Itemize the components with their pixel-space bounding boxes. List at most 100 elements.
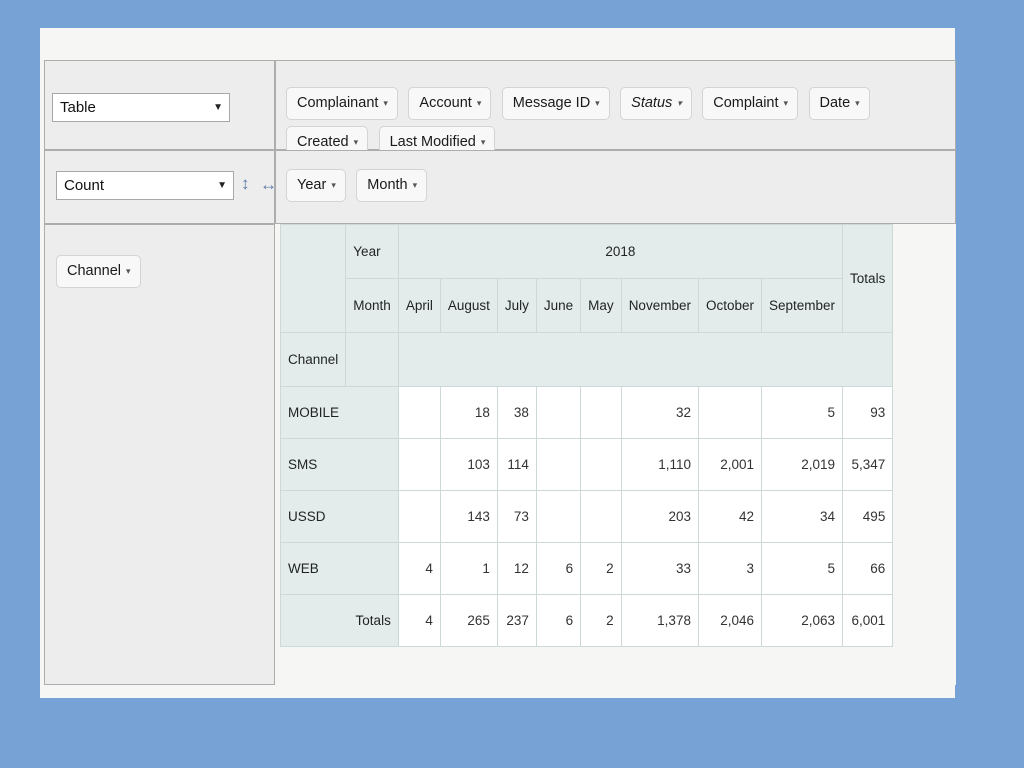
month-header-august[interactable]: August <box>439 278 498 333</box>
row-fields-dropzone[interactable]: Channel ▾ <box>44 224 275 685</box>
cell-ussd-may <box>580 490 622 543</box>
cell-web-august: 1 <box>439 542 498 595</box>
cell-totals-july: 237 <box>496 594 537 647</box>
cell-ussd-june <box>535 490 582 543</box>
cell-totals-november: 1,378 <box>620 594 699 647</box>
year-axis-label[interactable]: Year <box>345 224 399 279</box>
attribute-date[interactable]: Date ▾ <box>808 87 870 120</box>
cell-sms-october: 2,001 <box>697 438 763 491</box>
chevron-down-icon: ▼ <box>217 179 227 191</box>
attribute-status-label: Status <box>631 95 673 111</box>
chevron-down-icon: ▾ <box>412 180 418 190</box>
month-header-june[interactable]: June <box>535 278 582 333</box>
unused-attributes-dropzone[interactable]: Complainant ▾ Account ▾ Message ID ▾ Status… <box>275 60 956 159</box>
row-label-mobile[interactable]: MOBILE <box>280 386 399 439</box>
row-label-totals: Totals <box>280 594 399 647</box>
cell-totals-august: 265 <box>439 594 498 647</box>
month-header-july[interactable]: July <box>496 278 537 333</box>
cell-ussd-august: 143 <box>439 490 498 543</box>
cell-ussd-april <box>397 490 441 543</box>
totals-row: Totals 4 265 237 6 2 1,378 2,046 2,063 6… <box>280 594 894 647</box>
chevron-down-icon: ▾ <box>595 98 600 108</box>
table-row: USSD 143 73 203 42 34 495 <box>280 490 894 543</box>
attribute-status[interactable]: Status ▾ <box>620 87 692 120</box>
chevron-down-icon: ▼ <box>213 101 223 113</box>
chevron-down-icon: ▾ <box>783 98 789 108</box>
chevron-down-icon: ▾ <box>126 266 131 276</box>
cell-sms-total: 5,347 <box>842 438 894 491</box>
corner-blank-cell <box>279 224 347 333</box>
cell-mobile-july: 38 <box>496 386 537 439</box>
year-value-2018[interactable]: 2018 <box>397 224 844 279</box>
cell-mobile-april <box>397 386 441 439</box>
pivot-table-wrapper: Year 2018 Totals Month April August July… <box>279 224 894 647</box>
vertical-resize-arrow-icon[interactable]: ↕ <box>241 175 250 192</box>
chevron-down-icon: ▾ <box>476 98 482 108</box>
channel-axis-label[interactable]: Channel <box>279 332 347 387</box>
table-row: WEB 4 1 12 6 2 33 3 5 66 <box>280 542 894 595</box>
cell-web-total: 66 <box>842 542 894 595</box>
table-row: SMS 103 114 1,110 2,001 2,019 5,347 <box>280 438 894 491</box>
corner-blank-cell-2 <box>345 332 399 387</box>
cell-totals-june: 6 <box>535 594 582 647</box>
aggregator-select-value: Count <box>64 177 105 194</box>
row-label-ussd[interactable]: USSD <box>280 490 399 543</box>
month-header-april[interactable]: April <box>397 278 441 333</box>
row-label-sms[interactable]: SMS <box>280 438 399 491</box>
pivot-year-header-row: Year 2018 Totals <box>279 224 894 333</box>
row-label-web[interactable]: WEB <box>280 542 399 595</box>
renderer-select[interactable]: Table ▼ <box>52 93 230 122</box>
row-fields-list: Channel ▾ <box>56 255 266 294</box>
cell-grand-total: 6,001 <box>842 594 894 647</box>
column-field-year[interactable]: Year ▾ <box>286 169 346 202</box>
cell-totals-october: 2,046 <box>697 594 763 647</box>
cell-web-april: 4 <box>397 542 441 595</box>
month-header-november[interactable]: November <box>620 278 699 333</box>
cell-web-july: 12 <box>496 542 537 595</box>
cell-mobile-august: 18 <box>439 386 498 439</box>
renderer-select-value: Table <box>60 99 96 116</box>
cell-ussd-july: 73 <box>496 490 537 543</box>
slide-canvas: Table ▼ Count ▼ ↕ ↔ Channel ▾ Complainan… <box>40 28 956 698</box>
pivot-table-configurator: Table ▼ Count ▼ ↕ ↔ Channel ▾ Complainan… <box>44 60 956 686</box>
cell-ussd-october: 42 <box>697 490 763 543</box>
chevron-down-icon: ▾ <box>480 137 486 147</box>
attribute-message-id[interactable]: Message ID ▾ <box>501 87 610 120</box>
cell-web-may: 2 <box>580 542 622 595</box>
aggregator-select[interactable]: Count ▼ <box>56 171 234 200</box>
attribute-message-id-label: Message ID <box>512 95 591 111</box>
month-axis-label[interactable]: Month <box>345 278 399 333</box>
cell-mobile-november: 32 <box>620 386 699 439</box>
chevron-down-icon: ▾ <box>677 98 682 108</box>
cell-totals-september: 2,063 <box>760 594 844 647</box>
month-header-october[interactable]: October <box>697 278 763 333</box>
pivot-table-head: Year 2018 Totals Month April August July… <box>279 224 894 387</box>
row-field-channel[interactable]: Channel ▾ <box>56 255 141 288</box>
attribute-complaint[interactable]: Complaint ▾ <box>702 87 799 120</box>
pivot-table-body: MOBILE 18 38 32 5 93 SMS 103 114 1,110 2… <box>280 386 894 647</box>
cell-mobile-may <box>580 386 622 439</box>
table-row: MOBILE 18 38 32 5 93 <box>280 386 894 439</box>
month-header-september[interactable]: September <box>760 278 844 333</box>
pivot-channel-axis-row: Channel <box>279 332 894 387</box>
month-header-may[interactable]: May <box>580 278 622 333</box>
cell-ussd-november: 203 <box>620 490 699 543</box>
attribute-account[interactable]: Account ▾ <box>408 87 492 120</box>
cell-mobile-june <box>535 386 582 439</box>
column-fields-dropzone[interactable]: Year ▾ Month ▾ <box>275 150 956 224</box>
pivot-month-header-row: Month April August July June May Novembe… <box>281 278 893 333</box>
cell-sms-september: 2,019 <box>760 438 844 491</box>
cell-ussd-total: 495 <box>842 490 894 543</box>
column-field-month-label: Month <box>367 177 408 193</box>
row-field-channel-label: Channel <box>67 263 122 279</box>
cell-mobile-total: 93 <box>842 386 894 439</box>
attribute-last-modified-label: Last Modified <box>389 134 476 150</box>
attribute-complainant[interactable]: Complainant ▾ <box>286 87 398 120</box>
column-field-year-label: Year <box>297 177 327 193</box>
chevron-down-icon: ▾ <box>383 98 388 108</box>
column-field-month[interactable]: Month ▾ <box>356 169 428 202</box>
attribute-date-label: Date <box>819 95 851 111</box>
cell-sms-april <box>397 438 441 491</box>
column-fields-list: Year ▾ Month ▾ <box>286 169 947 208</box>
cell-totals-april: 4 <box>397 594 441 647</box>
